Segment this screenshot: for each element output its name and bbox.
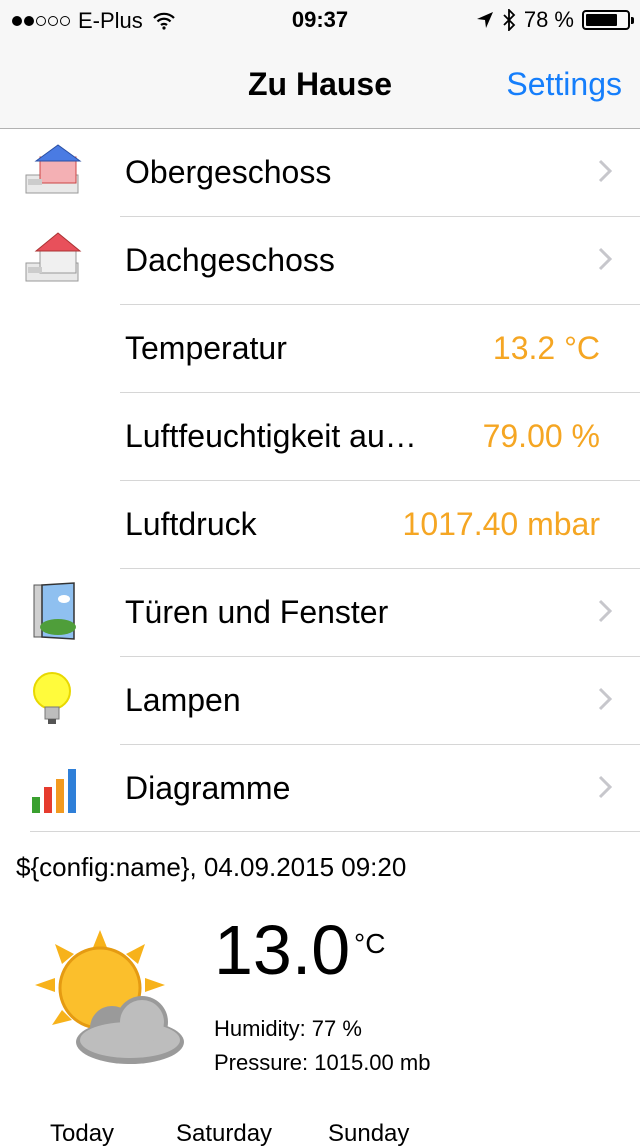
status-right: 78 %	[476, 7, 634, 33]
weather-humidity: Humidity: 77 %	[214, 1016, 362, 1041]
list-item-tueren-und-fenster[interactable]: Türen und Fenster	[33, 569, 640, 657]
house-icon	[25, 232, 82, 282]
bulb-icon	[33, 672, 71, 724]
weather-temperature: 13.0	[214, 911, 351, 989]
list-item-dachgeschoss[interactable]: Dachgeschoss	[25, 217, 640, 305]
chevron-right-icon	[598, 247, 612, 271]
weather-header: ${config:name}, 04.09.2015 09:20	[16, 852, 407, 882]
humidity-value: 79.00 %	[482, 418, 600, 454]
door-window-icon	[33, 582, 76, 640]
list-item-luftdruck[interactable]: Luftdruck 1017.40 mbar	[120, 481, 640, 569]
house-icon	[25, 144, 82, 194]
list-item-label: Lampen	[125, 682, 241, 718]
chevron-right-icon	[598, 159, 612, 183]
bluetooth-icon	[503, 9, 516, 31]
menu-list: Obergeschoss Dachgeschoss Temperatur 13.…	[0, 129, 640, 832]
list-item-luftfeuchtigkeit[interactable]: Luftfeuchtigkeit au… 79.00 %	[120, 393, 640, 481]
partly-cloudy-icon	[35, 930, 184, 1064]
list-item-label: Dachgeschoss	[125, 242, 335, 278]
bar-chart-icon	[32, 769, 76, 813]
chevron-right-icon	[598, 775, 612, 799]
list-item-label: Temperatur	[125, 330, 287, 366]
list-item-label: Türen und Fenster	[125, 594, 389, 630]
list-item-temperatur[interactable]: Temperatur 13.2 °C	[120, 305, 640, 393]
divider	[30, 831, 640, 832]
location-arrow-icon	[476, 12, 493, 28]
battery-percent: 78 %	[523, 7, 574, 32]
forecast-day: Today	[50, 1120, 115, 1147]
status-bar: E-Plus 09:37 78 %	[0, 0, 640, 40]
forecast-day: Saturday	[176, 1120, 273, 1147]
navigation-bar: Zu Hause Settings	[0, 40, 640, 129]
pressure-value: 1017.40 mbar	[402, 506, 600, 542]
list-item-obergeschoss[interactable]: Obergeschoss	[25, 129, 640, 217]
battery-icon	[582, 10, 634, 30]
list-item-label: Obergeschoss	[125, 154, 332, 190]
list-item-label: Diagramme	[125, 770, 291, 806]
list-item-label: Luftfeuchtigkeit au…	[125, 418, 417, 454]
settings-button[interactable]: Settings	[506, 66, 622, 103]
list-item-lampen[interactable]: Lampen	[33, 657, 640, 745]
temperature-value: 13.2 °C	[492, 330, 600, 366]
chevron-right-icon	[598, 687, 612, 711]
list-item-label: Luftdruck	[125, 506, 257, 542]
forecast-day: Sunday	[328, 1120, 410, 1147]
weather-unit: °C	[354, 928, 386, 959]
list-item-diagramme[interactable]: Diagramme	[32, 745, 640, 832]
weather-pressure: Pressure: 1015.00 mb	[214, 1050, 431, 1075]
chevron-right-icon	[598, 599, 612, 623]
